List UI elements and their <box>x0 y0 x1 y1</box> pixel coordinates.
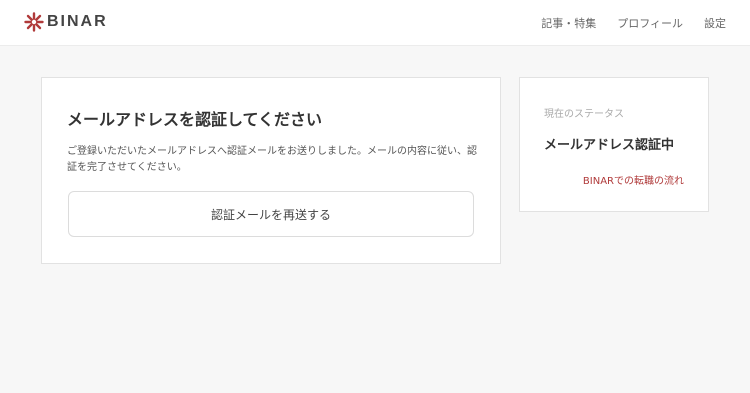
nav-item-settings[interactable]: 設定 <box>704 15 726 31</box>
verification-description: ご登録いただいたメールアドレスへ認証メールをお送りしました。メールの内容に従い、… <box>67 146 477 173</box>
nav-item-articles[interactable]: 記事・特集 <box>541 15 596 31</box>
status-card: 現在のステータス メールアドレス認証中 BINARでの転職の流れ <box>519 77 709 212</box>
resend-email-button[interactable]: 認証メールを再送する <box>68 191 474 237</box>
nav-item-profile[interactable]: プロフィール <box>617 15 683 31</box>
site-header: BINAR 記事・特集 プロフィール 設定 <box>0 0 750 46</box>
status-value: メールアドレス認証中 <box>544 138 675 153</box>
email-verification-card: メールアドレスを認証してください ご登録いただいたメールアドレスへ認証メールをお… <box>41 77 501 264</box>
header-nav: 記事・特集 プロフィール 設定 <box>541 15 726 31</box>
page-title: メールアドレスを認証してください <box>67 110 323 129</box>
brand-name: BINAR <box>47 13 108 30</box>
job-change-flow-link[interactable]: BINARでの転職の流れ <box>583 172 684 187</box>
status-label: 現在のステータス <box>544 109 624 120</box>
star-burst-icon <box>24 12 44 32</box>
brand-logo[interactable]: BINAR <box>24 12 108 32</box>
